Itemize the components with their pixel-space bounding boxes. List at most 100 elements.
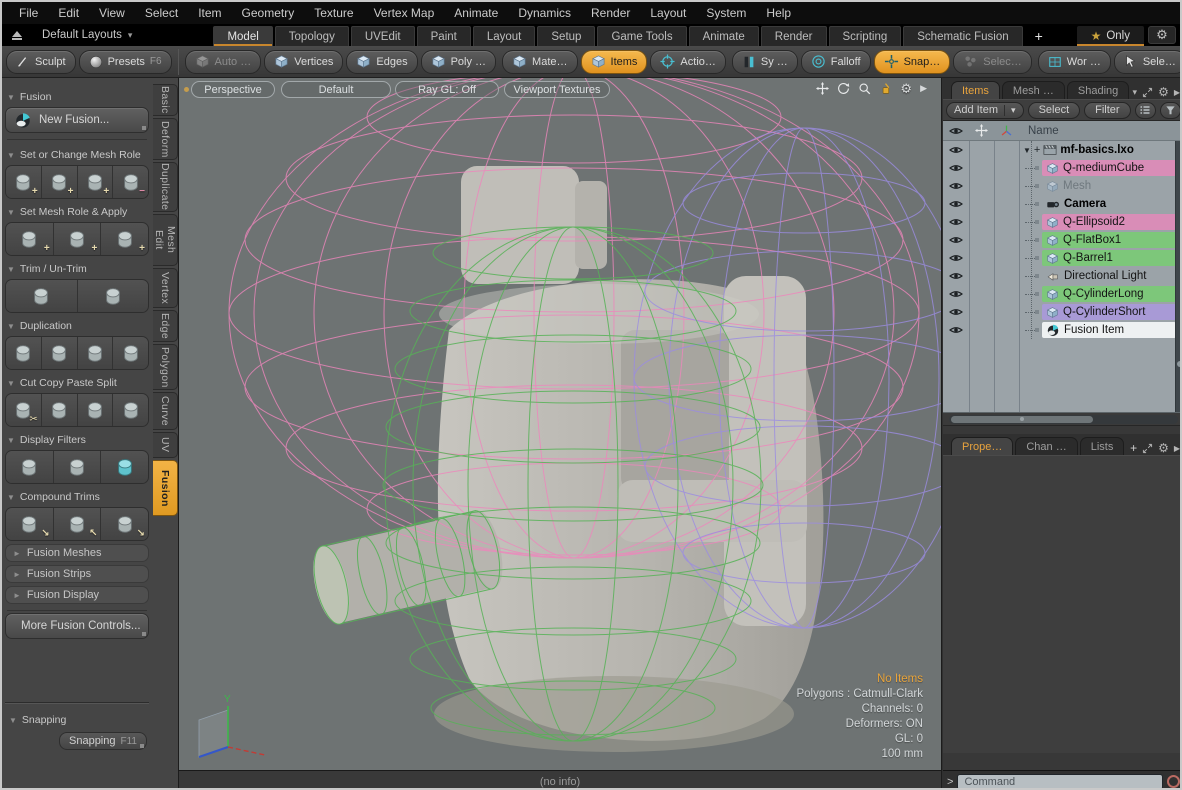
viewport-menu-dot-icon[interactable]	[184, 87, 189, 92]
symmetry-button[interactable]: Sy …	[732, 50, 798, 74]
materials-mode-button[interactable]: Mate…	[502, 50, 577, 74]
vtab-basic[interactable]: Basic	[153, 84, 178, 116]
orbit-icon[interactable]	[837, 82, 850, 95]
snapping-toggle-button[interactable]: Snapping F11	[59, 732, 147, 750]
cut-copy-paste-split-header[interactable]: ▼ Cut Copy Paste Split	[7, 375, 147, 391]
sculpt-button[interactable]: Sculpt	[6, 50, 76, 74]
vtab-deform[interactable]: Deform	[153, 118, 178, 160]
apply-union-role-button[interactable]: +	[54, 223, 102, 255]
more-fusion-controls-button[interactable]: More Fusion Controls...	[5, 613, 149, 639]
item-q-cylinderlong[interactable]: Q-CylinderLong	[1042, 286, 1176, 302]
visibility-toggle[interactable]	[943, 181, 969, 191]
item-list-horizontal-scrollbar[interactable]	[943, 413, 1182, 426]
visibility-toggle[interactable]	[943, 235, 969, 245]
new-fusion-button[interactable]: New Fusion...	[5, 107, 149, 133]
tab-scripting[interactable]: Scripting	[829, 26, 902, 46]
table-row[interactable]: ▼ + mf-basics.lxo	[943, 141, 1182, 159]
add-trimmer-role-button[interactable]: +	[6, 166, 42, 198]
auto-select-button[interactable]: Auto …	[185, 50, 262, 74]
vtab-vertex[interactable]: Vertex	[153, 268, 178, 308]
viewport-raygl-selector[interactable]: Ray GL: Off	[395, 81, 499, 98]
falloff-button[interactable]: Falloff	[801, 50, 871, 74]
panel-overflow-icon[interactable]: ▶	[1174, 444, 1180, 453]
add-item-button[interactable]: Add Item ▾	[946, 102, 1024, 119]
visibility-toggle[interactable]	[943, 145, 969, 155]
trim-button[interactable]	[6, 280, 78, 312]
vtab-uv[interactable]: UV	[153, 432, 178, 458]
tab-properties[interactable]: Prope…	[951, 437, 1013, 455]
panel-overflow-icon[interactable]: ▶	[1174, 88, 1180, 97]
tab-channels[interactable]: Chan …	[1015, 437, 1077, 455]
tab-animate[interactable]: Animate	[689, 26, 759, 46]
workplane-button[interactable]: Wor …	[1038, 50, 1111, 74]
command-history-icon[interactable]	[1167, 775, 1180, 788]
snapping-button[interactable]: Snap…	[874, 50, 951, 74]
visibility-toggle[interactable]	[943, 163, 969, 173]
tab-items[interactable]: Items	[951, 81, 1000, 99]
tab-paint[interactable]: Paint	[417, 26, 471, 46]
collapse-triangle-icon[interactable]: ▼	[1023, 146, 1031, 155]
tab-render[interactable]: Render	[761, 26, 827, 46]
item-q-ellipsoid2[interactable]: Q-Ellipsoid2	[1042, 214, 1176, 230]
menu-geometry[interactable]: Geometry	[233, 3, 304, 23]
apply-subtract-role-button[interactable]: +	[101, 223, 148, 255]
menu-help[interactable]: Help	[757, 3, 800, 23]
compound-trim-button-3[interactable]: ↘	[101, 508, 148, 540]
zoom-icon[interactable]	[858, 82, 871, 95]
compound-trims-header[interactable]: ▼ Compound Trims	[7, 489, 147, 505]
menu-file[interactable]: File	[10, 3, 47, 23]
chevron-down-icon[interactable]: ▾	[1133, 87, 1138, 98]
tab-uvedit[interactable]: UVEdit	[351, 26, 415, 46]
apply-trim-role-button[interactable]: +	[6, 223, 54, 255]
command-input[interactable]	[957, 774, 1163, 790]
transform-column-header[interactable]	[969, 121, 994, 140]
table-row[interactable]: Q-CylinderShort	[943, 303, 1182, 321]
table-row[interactable]: Q-CylinderLong	[943, 285, 1182, 303]
visibility-column-header[interactable]	[943, 121, 969, 140]
table-row[interactable]: Mesh	[943, 177, 1182, 195]
fusion-meshes-section[interactable]: ► Fusion Meshes	[5, 544, 149, 562]
tab-model[interactable]: Model	[213, 26, 272, 46]
item-directional-light[interactable]: Directional Light	[1042, 268, 1176, 284]
add-union-role-button[interactable]: +	[78, 166, 114, 198]
snapping-header[interactable]: ▼ Snapping	[9, 712, 145, 728]
trim-untrim-header[interactable]: ▼ Trim / Un-Trim	[7, 261, 147, 277]
tab-schematic-fusion[interactable]: Schematic Fusion	[903, 26, 1022, 46]
paint-transfer-icon[interactable]	[879, 82, 892, 95]
scene-add-icon[interactable]: +	[1034, 144, 1040, 156]
duplicate-button-3[interactable]	[78, 337, 114, 369]
layout-eject-icon[interactable]	[2, 24, 32, 46]
menu-item[interactable]: Item	[189, 3, 230, 23]
untrim-button[interactable]	[78, 280, 149, 312]
add-tab-icon[interactable]: +	[1130, 441, 1137, 455]
tab-game-tools[interactable]: Game Tools	[597, 26, 686, 46]
duplicate-button-2[interactable]	[42, 337, 78, 369]
remove-role-button[interactable]: −	[113, 166, 148, 198]
table-row[interactable]: Q-FlatBox1	[943, 231, 1182, 249]
visibility-toggle[interactable]	[943, 217, 969, 227]
item-q-flatbox1[interactable]: Q-FlatBox1	[1042, 232, 1176, 248]
axis-column-header[interactable]	[994, 121, 1019, 140]
item-list-vertical-scrollbar[interactable]	[1175, 141, 1182, 412]
pan-icon[interactable]	[816, 82, 829, 95]
duplicate-button-1[interactable]	[6, 337, 42, 369]
vtab-fusion[interactable]: Fusion	[153, 460, 178, 516]
viewport-textures-selector[interactable]: Viewport Textures	[504, 81, 610, 98]
item-mesh[interactable]: Mesh	[1042, 178, 1176, 194]
table-row[interactable]: Q-Ellipsoid2	[943, 213, 1182, 231]
copy-button[interactable]	[42, 394, 78, 426]
table-row[interactable]: Q-Barrel1	[943, 249, 1182, 267]
fusion-section-header[interactable]: ▼ Fusion	[7, 89, 147, 105]
form-layout-button[interactable]	[1135, 102, 1156, 119]
items-mode-button[interactable]: Items	[581, 50, 648, 74]
item-fusion-item[interactable]: Fusion Item	[1042, 322, 1176, 338]
layout-settings-gear-button[interactable]: ⚙	[1148, 26, 1176, 44]
display-filters-header[interactable]: ▼ Display Filters	[7, 432, 147, 448]
filter-funnel-button[interactable]	[1160, 102, 1181, 119]
visibility-toggle[interactable]	[943, 199, 969, 209]
table-row[interactable]: Camera	[943, 195, 1182, 213]
tab-setup[interactable]: Setup	[537, 26, 595, 46]
vtab-polygon[interactable]: Polygon	[153, 344, 178, 390]
visibility-toggle[interactable]	[943, 289, 969, 299]
favorites-only-button[interactable]: ★ Only	[1077, 26, 1144, 46]
